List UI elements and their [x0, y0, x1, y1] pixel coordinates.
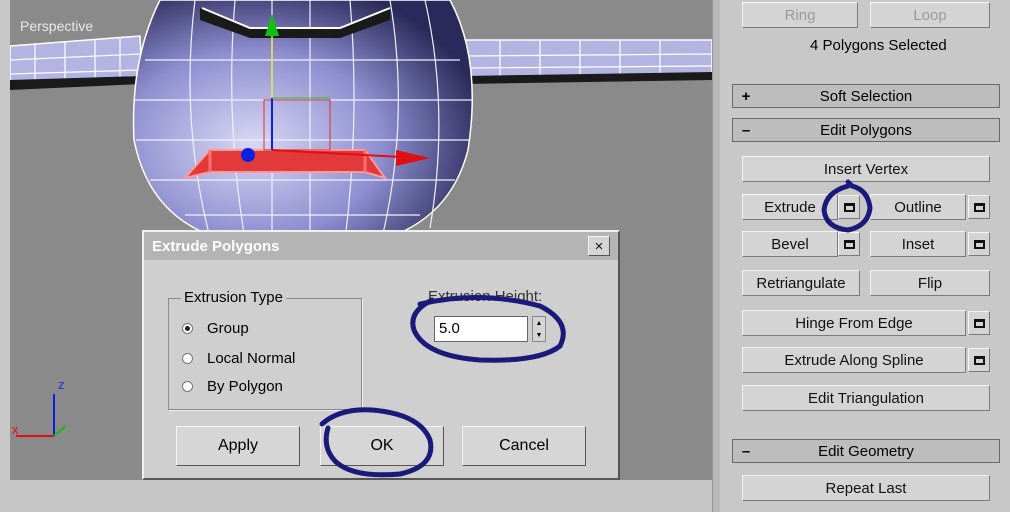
body-mesh [132, 0, 474, 241]
rollout-title: Edit Geometry [818, 442, 914, 460]
loop-button[interactable]: Loop [870, 2, 990, 28]
radio-icon [182, 381, 193, 392]
outline-settings-button[interactable] [968, 195, 990, 219]
collapse-icon: – [741, 121, 751, 139]
hinge-settings-button[interactable] [968, 311, 990, 335]
soft-selection-rollout[interactable]: + Soft Selection [732, 84, 1000, 108]
ring-button[interactable]: Ring [742, 2, 858, 28]
radio-group[interactable]: Group [182, 320, 249, 337]
radio-label: By Polygon [207, 378, 283, 395]
right-arm-mesh [464, 39, 712, 84]
inset-button[interactable]: Inset [870, 231, 966, 257]
extrude-settings-button[interactable] [838, 195, 860, 219]
radio-icon [182, 353, 193, 364]
inset-settings-button[interactable] [968, 232, 990, 256]
radio-label: Group [207, 320, 249, 337]
cancel-button[interactable]: Cancel [462, 426, 586, 466]
close-icon: × [594, 237, 604, 255]
group-legend: Extrusion Type [181, 289, 286, 306]
spin-down-icon: ▼ [535, 331, 543, 339]
status-strip [0, 480, 720, 512]
extrude-along-spline-button[interactable]: Extrude Along Spline [742, 347, 966, 373]
insert-vertex-button[interactable]: Insert Vertex [742, 156, 990, 182]
collapse-icon: – [741, 442, 751, 460]
radio-label: Local Normal [207, 350, 296, 367]
retriangulate-button[interactable]: Retriangulate [742, 270, 860, 296]
radio-local-normal[interactable]: Local Normal [182, 350, 295, 367]
flip-button[interactable]: Flip [870, 270, 990, 296]
dialog-title-bar[interactable]: Extrude Polygons [144, 232, 618, 260]
radio-checked-icon [182, 323, 193, 334]
axis-x-label: x [12, 422, 19, 437]
selection-info: 4 Polygons Selected [810, 37, 947, 54]
settings-box-icon [973, 239, 985, 249]
height-spinner[interactable]: ▲ ▼ [532, 316, 546, 342]
rollout-title: Edit Polygons [820, 121, 912, 139]
bevel-button[interactable]: Bevel [742, 231, 838, 257]
spin-up-icon: ▲ [535, 319, 543, 327]
edit-polygons-rollout[interactable]: – Edit Polygons [732, 118, 1000, 142]
ok-button[interactable]: OK [320, 426, 444, 466]
repeat-last-button[interactable]: Repeat Last [742, 475, 990, 501]
extrude-polygons-dialog: Extrude Polygons × Extrusion Type Group … [142, 230, 620, 480]
rollout-title: Soft Selection [819, 87, 913, 105]
edit-triangulation-button[interactable]: Edit Triangulation [742, 385, 990, 411]
settings-box-icon [973, 202, 985, 212]
radio-by-polygon[interactable]: By Polygon [182, 378, 283, 395]
bevel-settings-button[interactable] [838, 232, 860, 256]
axis-z-label: z [58, 377, 65, 392]
settings-box-icon [973, 355, 985, 365]
hinge-from-edge-button[interactable]: Hinge From Edge [742, 310, 966, 336]
command-panel: Ring Loop 4 Polygons Selected + Soft Sel… [720, 0, 1010, 512]
edit-geometry-rollout[interactable]: – Edit Geometry [732, 439, 1000, 463]
settings-box-icon [973, 318, 985, 328]
settings-box-icon [843, 202, 855, 212]
left-arm-mesh [10, 35, 143, 90]
outline-button[interactable]: Outline [870, 194, 966, 220]
extrusion-height-input[interactable]: 5.0 [434, 316, 528, 342]
dialog-title: Extrude Polygons [152, 237, 280, 255]
apply-button[interactable]: Apply [176, 426, 300, 466]
settings-box-icon [843, 239, 855, 249]
extrude-button[interactable]: Extrude [742, 194, 838, 220]
close-button[interactable]: × [588, 236, 610, 256]
extrusion-height-label: Extrusion Height: [428, 288, 543, 305]
expand-icon: + [741, 87, 751, 105]
axis-tripod-icon [16, 394, 67, 437]
viewport-label[interactable]: Perspective [20, 18, 93, 34]
spline-settings-button[interactable] [968, 348, 990, 372]
